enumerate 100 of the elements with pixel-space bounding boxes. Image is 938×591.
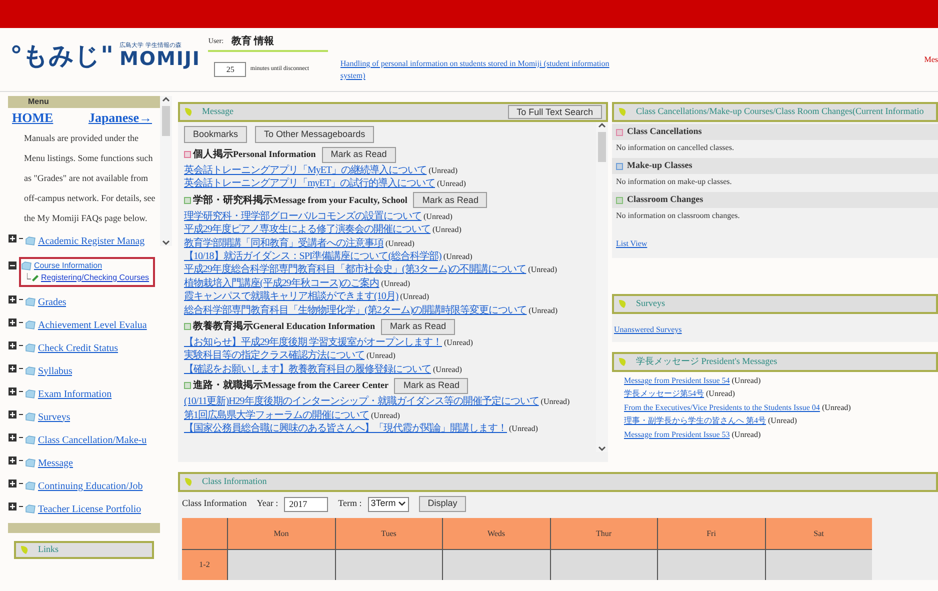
menu-header: Menu xyxy=(8,96,160,108)
privacy-link[interactable]: Handling of personal information on students stored in Momiji (student information system) xyxy=(340,58,610,82)
leaf-icon xyxy=(184,477,194,487)
section-title: 教養教育掲示General Education Information xyxy=(193,319,376,334)
timetable-cell[interactable] xyxy=(766,550,872,580)
status-label: (Unread) xyxy=(432,224,462,236)
message-link[interactable]: 植物栽培入門講座(平成29年秋コース)のご案内 xyxy=(184,276,380,290)
message-link[interactable]: 総合科学部専門教育科目「生物物理化学」(第2ターム)の開講時限等変更について xyxy=(184,304,527,318)
folder-icon xyxy=(25,389,36,399)
status-label: (Unread) xyxy=(444,337,473,350)
message-link[interactable]: 【10/18】就活ガイダンス：SPI準備講座について(総合科学部) xyxy=(184,250,442,264)
button[interactable]: To Full Text Search xyxy=(508,105,602,119)
message-link[interactable]: 【お知らせ】平成29年度後期 学習支援室がオープンします！ xyxy=(184,336,442,350)
scroll-down-icon[interactable] xyxy=(162,240,170,246)
timetable-cell[interactable] xyxy=(658,550,764,580)
folder-icon xyxy=(25,297,36,307)
timetable-cell[interactable] xyxy=(443,550,550,580)
status-label: (Unread) xyxy=(400,291,430,304)
menu-item[interactable]: Teacher License Portfolio xyxy=(38,502,142,516)
button[interactable]: Mark as Read xyxy=(413,192,488,208)
president-message-link[interactable]: 理事・副学長から学生の皆さんへ 第4号 xyxy=(624,414,766,428)
message-link[interactable]: 平成29年度ピアノ専攻生による修了演奏会の開催について xyxy=(184,223,430,237)
collapse-icon[interactable] xyxy=(8,260,17,270)
term-select[interactable]: 3Term xyxy=(368,496,409,512)
year-field[interactable]: 2017 xyxy=(284,496,328,512)
menu-item[interactable]: Achievement Level Evalua xyxy=(38,318,147,332)
status-label: (Unread) xyxy=(768,415,797,428)
panel-title: Class Cancellations/Make-up Courses/Class Room Changes(Current Informatio xyxy=(636,105,925,118)
button[interactable]: Mark as Read xyxy=(381,318,456,335)
menu-item[interactable]: Message xyxy=(38,456,73,470)
expand-icon[interactable] xyxy=(8,410,17,418)
expand-icon[interactable] xyxy=(8,432,17,442)
language-link[interactable]: Japanese→ xyxy=(88,108,152,128)
message-link[interactable]: 英会話トレーニングアプリ「myET」の試行的導入について xyxy=(184,177,435,191)
message-link[interactable]: 英会話トレーニングアプリ「MyET」の継続導入について xyxy=(184,164,427,178)
button[interactable]: Display xyxy=(418,496,466,512)
menu-item[interactable]: Grades xyxy=(38,294,66,310)
period-cell: 1-2 xyxy=(182,550,227,580)
day-header: Tues xyxy=(336,518,442,549)
panel-title: Message xyxy=(202,105,234,118)
president-message-link[interactable]: Message from President Issue 54 xyxy=(624,374,730,388)
message-link[interactable]: 第1回広島県大学フォーラムの開催について xyxy=(184,408,369,422)
button[interactable]: Mark as Read xyxy=(394,378,468,394)
message-link[interactable]: 実験科目等の指定クラス確認方法について xyxy=(184,349,364,363)
message-link[interactable]: 【確認をお願いします】教養教育科目の履修登録について xyxy=(184,362,431,376)
message-link[interactable]: 霞キャンパスで就職キャリア相談ができます(10月) xyxy=(184,290,398,304)
expand-icon[interactable] xyxy=(8,502,17,510)
pencil-icon xyxy=(27,273,39,282)
president-message-link[interactable]: 学長メッセージ第54号 xyxy=(624,387,704,401)
expand-icon[interactable] xyxy=(8,294,17,304)
header-text: Mes xyxy=(924,54,938,66)
home-link[interactable]: HOME xyxy=(12,108,54,128)
message-link[interactable]: 理学研究科・理学部グローバルコモンズの設置について xyxy=(184,210,422,224)
list-view-link[interactable]: List View xyxy=(612,238,938,250)
expand-icon[interactable] xyxy=(8,234,17,242)
menu-item[interactable]: Continuing Education/Job xyxy=(38,478,143,494)
menu-item[interactable]: Academic Register Manag xyxy=(38,234,145,248)
timetable-cell[interactable] xyxy=(336,550,442,580)
timeout-field[interactable]: 25 xyxy=(214,62,246,77)
message-link[interactable]: 【国家公務員総合職に興味のある皆さんへ】「現代霞が関論」開講します！ xyxy=(184,422,507,436)
button[interactable]: Bookmarks xyxy=(184,126,248,143)
president-message-link[interactable]: From the Executives/Vice Presidents to the Students Issue 04 xyxy=(624,400,820,414)
folder-icon xyxy=(25,236,36,246)
menu-item[interactable]: Exam Information xyxy=(38,386,112,402)
menu-item[interactable]: Syllabus xyxy=(38,364,72,378)
surveys-link[interactable]: Unanswered Surveys xyxy=(612,325,684,334)
class-info-label: Class Information xyxy=(182,497,247,510)
subsection-title: Class Cancellations xyxy=(627,125,702,138)
message-link[interactable]: 教育学部開講「同和教育」受講者への注意事項 xyxy=(184,236,384,250)
button[interactable]: To Other Messageboards xyxy=(255,126,374,143)
scrollbar[interactable] xyxy=(160,96,172,246)
folder-icon xyxy=(25,412,36,422)
scroll-up-icon[interactable] xyxy=(598,122,606,128)
menu-item[interactable]: Check Credit Status xyxy=(38,340,118,356)
button[interactable]: Mark as Read xyxy=(322,146,396,162)
president-message-link[interactable]: Message from President Issue 53 xyxy=(624,428,730,442)
menu-item[interactable]: Class Cancellation/Make-u xyxy=(38,432,147,448)
expand-icon[interactable] xyxy=(8,478,17,488)
expand-icon[interactable] xyxy=(8,340,17,350)
expand-icon[interactable] xyxy=(8,318,17,326)
timetable-cell[interactable] xyxy=(550,550,657,580)
expand-icon[interactable] xyxy=(8,456,17,464)
day-header: Fri xyxy=(658,518,764,549)
logo-mark: °もみじ" xyxy=(10,43,114,68)
scroll-down-icon[interactable] xyxy=(598,446,606,452)
expand-icon[interactable] xyxy=(8,386,17,396)
scroll-thumb[interactable] xyxy=(598,132,606,162)
scroll-thumb[interactable] xyxy=(162,106,170,136)
expand-icon[interactable] xyxy=(8,364,17,372)
message-link[interactable]: 平成29年度総合科学部専門教育科目「都市社会史」(第3ターム)の不開講について xyxy=(184,263,526,277)
menu-item[interactable]: Surveys xyxy=(38,410,70,424)
info-text: No information on make-up classes. xyxy=(615,176,733,188)
folder-icon xyxy=(25,435,36,445)
scroll-up-icon[interactable] xyxy=(162,96,170,102)
menu-item[interactable]: Course Information xyxy=(34,260,102,272)
folder-icon xyxy=(25,504,36,514)
status-label: (Unread) xyxy=(706,388,735,400)
message-link[interactable]: (10/11更新)H29年度後期のインターンシップ・就職ガイダンス等の開催予定について xyxy=(184,395,539,409)
timetable-cell[interactable] xyxy=(228,550,334,580)
submenu-item[interactable]: Registering/Checking Courses xyxy=(41,272,150,284)
